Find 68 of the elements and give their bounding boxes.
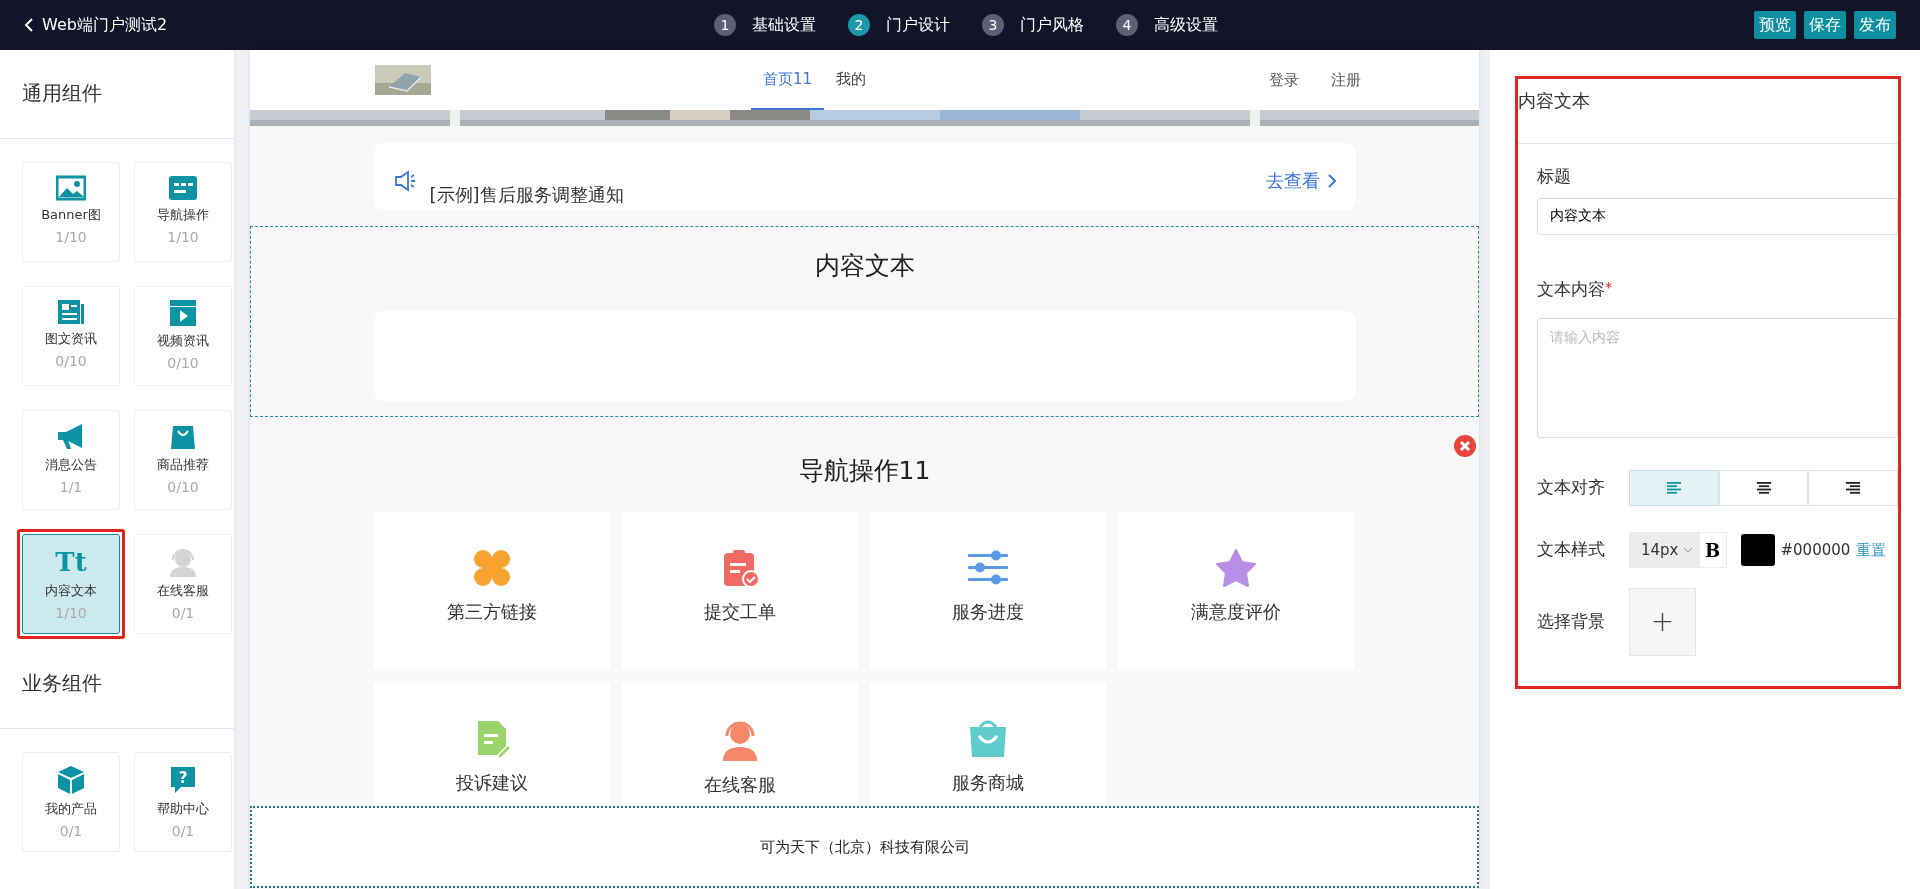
toolbar-button[interactable]: 保存 [1804,11,1846,39]
field-label: 文本对齐 [1537,476,1606,500]
image-icon [56,175,86,201]
step-tab[interactable]: 1 基础设置 [714,13,816,37]
section-title: 业务组件 [21,670,103,697]
field-label: 文本内容 [1537,277,1605,301]
color-value: #000000 [1780,539,1851,561]
cube-icon [56,765,86,795]
help-icon: ? [169,765,197,795]
component-card[interactable]: 我的产品 0/1 [22,752,120,852]
nav-link[interactable]: 我的 [824,50,879,110]
title-field[interactable]: 内容文本 [1537,197,1898,235]
nav-tile[interactable]: 提交工单 [621,511,858,669]
field-label: 标题 [1537,165,1572,188]
section-title: 内容文本 [813,250,916,282]
align-icon [1845,481,1862,495]
auth-link[interactable]: 注册 [1331,68,1361,92]
component-card[interactable]: Banner图 1/10 [22,162,120,262]
toolbar-button[interactable]: 发布 [1854,11,1896,39]
video-icon [168,299,198,327]
bag-icon [169,423,197,451]
content-field[interactable]: 请输入内容 [1537,318,1898,438]
chevron-right-icon [1327,173,1336,188]
back-link[interactable]: Web端门户测试2 [24,13,664,37]
component-card[interactable]: 商品推荐 0/10 [134,410,232,510]
field-label: 文本样式 [1537,538,1606,562]
bold-button[interactable]: B [1698,532,1727,568]
nav-tile[interactable]: 在线客服 [621,682,858,806]
section-title: 导航操作11 [797,455,932,487]
footer-text: 可为天下（北京）科技有限公司 [250,806,1479,888]
section-title: 通用组件 [21,80,103,107]
reset-link[interactable]: 重置 [1856,538,1887,562]
field-label: 选择背景 [1537,610,1606,634]
nav-tile[interactable]: 服务进度 [869,511,1106,669]
speaker-icon [393,170,416,192]
nav-tile[interactable]: 第三方链接 [373,511,610,669]
nav-tile[interactable]: 服务商城 [869,682,1106,806]
panel-title: 内容文本 [1518,89,1591,113]
component-card[interactable]: Tt 内容文本 1/10 [22,534,120,634]
nav-tile[interactable]: 满意度评价 [1117,511,1354,669]
component-card[interactable]: 导航操作 1/10 [134,162,232,262]
toolbar-button[interactable]: 预览 [1754,11,1796,39]
align-right-button[interactable] [1808,470,1898,506]
notice-text: [示例]售后服务调整通知 [429,184,624,206]
step-tab[interactable]: 2 门户设计 [848,13,950,37]
component-card[interactable]: 消息公告 1/1 [22,410,120,510]
article-icon [56,299,86,325]
font-size-select[interactable]: 14px [1629,532,1699,568]
add-background-button[interactable]: + [1629,588,1696,656]
nav-tile[interactable]: 投诉建议 [373,682,610,806]
step-tab[interactable]: 4 高级设置 [1116,13,1218,37]
close-icon[interactable] [1453,434,1477,458]
align-icon [1755,481,1772,495]
auth-link[interactable]: 登录 [1269,68,1299,92]
view-link[interactable]: 去查看 [1265,167,1336,194]
caret-icon [1682,547,1693,553]
component-card[interactable]: ? 帮助中心 0/1 [134,752,232,852]
component-card[interactable]: 视频资讯 0/10 [134,286,232,386]
headset-icon [167,547,199,577]
required-mark: * [1605,277,1612,295]
align-center-button[interactable] [1718,470,1809,506]
step-tab[interactable]: 3 门户风格 [982,13,1084,37]
component-card[interactable]: 图文资讯 0/10 [22,286,120,386]
back-icon [24,18,34,32]
text-icon: Tt [55,547,87,577]
align-icon [1665,481,1682,495]
color-swatch[interactable] [1740,534,1775,566]
panel-icon [168,175,198,201]
